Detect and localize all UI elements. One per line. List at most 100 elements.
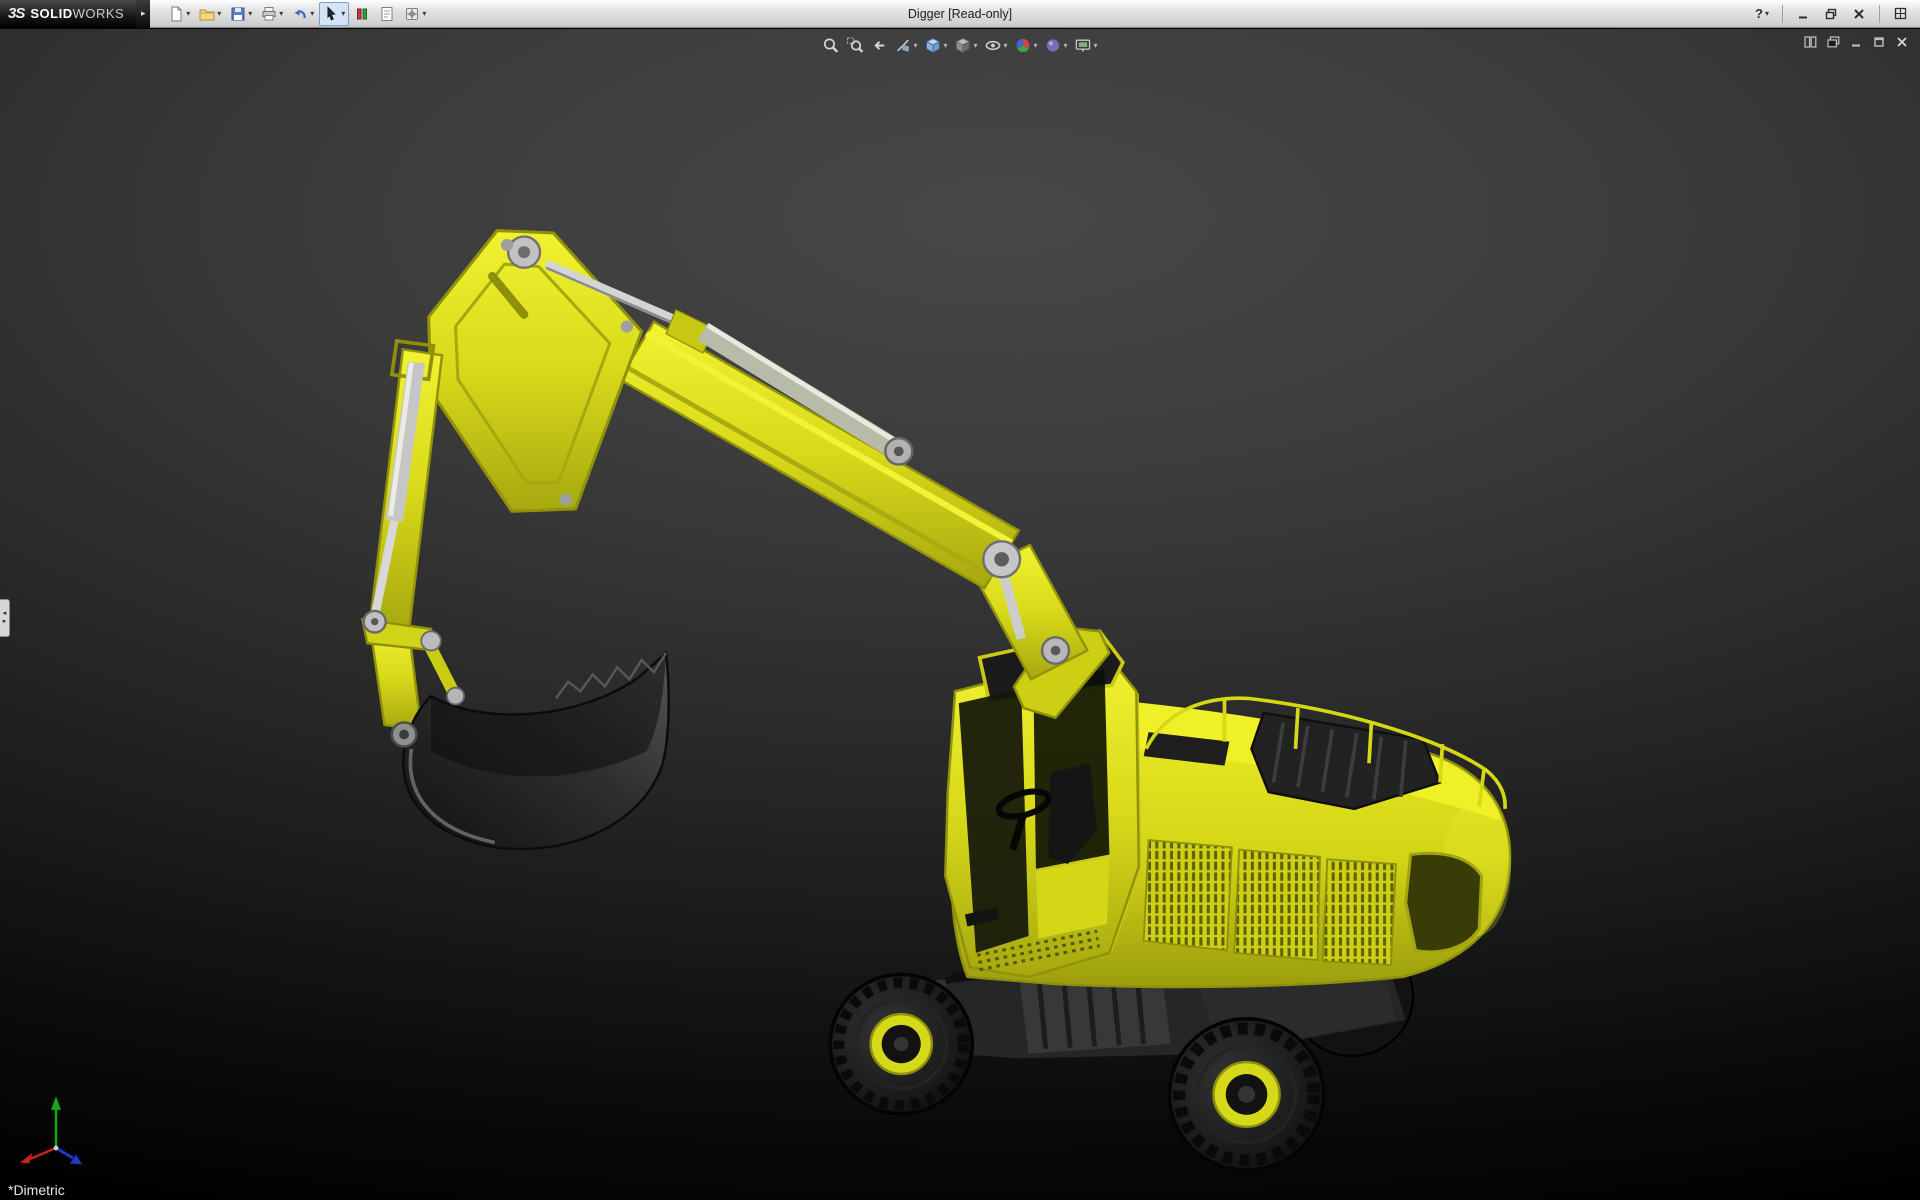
brand-name-light: WORKS xyxy=(72,6,125,21)
heads-up-view-toolbar: ▾ ▾ ▾ ▾ ▾ ▾ ▾ xyxy=(820,36,1099,55)
caret-icon: ▾ xyxy=(1764,8,1769,18)
triad-x-axis xyxy=(20,1146,57,1164)
window-controls: ? ▾ xyxy=(1750,4,1920,24)
graphics-viewport[interactable]: ▾ ▾ ▾ ▾ ▾ ▾ ▾ ◂ ▸ *Dimetric xyxy=(0,29,1920,1200)
restore-icon xyxy=(1825,8,1837,19)
caret-icon: ▾ xyxy=(341,8,346,18)
section-view-icon xyxy=(897,39,910,52)
section-view-button[interactable]: ▾ xyxy=(892,36,919,55)
featuremanager-collapsed-tab[interactable]: ◂ ▸ xyxy=(0,599,10,637)
zoom-to-area-icon xyxy=(846,37,864,53)
restore-button[interactable] xyxy=(1819,4,1843,24)
rear-window-opening[interactable] xyxy=(1404,851,1484,954)
open-icon xyxy=(199,9,215,20)
print-button[interactable]: ▾ xyxy=(257,2,287,26)
title-bar: 3S SOLIDWORKS ▸ ▾ ▾ ▾ ▾ ▾ ▾ ▾ Digger [Re… xyxy=(0,0,1920,28)
view-orientation-label: *Dimetric xyxy=(8,1182,65,1198)
fullscreen-button[interactable] xyxy=(1888,4,1912,24)
save-icon xyxy=(231,7,245,20)
hide-show-eye-icon xyxy=(985,40,1001,51)
caret-icon: ▾ xyxy=(217,8,222,18)
window-title: Digger [Read-only] xyxy=(907,7,1013,21)
close-document-button[interactable] xyxy=(1894,35,1910,49)
triad-y-axis xyxy=(51,1096,61,1148)
wheel-rear-near[interactable] xyxy=(1167,1017,1326,1172)
caret-icon: ▾ xyxy=(1003,40,1008,50)
caret-icon: ▾ xyxy=(186,8,191,18)
apply-scene-button[interactable]: ▾ xyxy=(1043,36,1070,55)
zoom-to-fit-icon xyxy=(823,38,839,53)
view-settings-icon xyxy=(1075,39,1091,52)
options-button[interactable]: ▾ xyxy=(400,2,430,26)
quick-access-toolbar: ▾ ▾ ▾ ▾ ▾ ▾ ▾ xyxy=(164,1,430,26)
hide-show-items-button[interactable]: ▾ xyxy=(982,36,1009,55)
brand-name: SOLIDWORKS xyxy=(30,6,124,21)
restore-document-icon xyxy=(1874,37,1884,47)
close-button[interactable] xyxy=(1847,4,1871,24)
menu-expand-tab[interactable]: ▸ xyxy=(136,0,151,28)
model-digger[interactable] xyxy=(0,29,1920,1200)
previous-view-button[interactable] xyxy=(868,36,889,55)
undo-button[interactable]: ▾ xyxy=(288,2,318,26)
edit-appearance-ball-icon xyxy=(1016,38,1030,53)
boom-top-plate xyxy=(427,229,644,513)
view-settings-button[interactable]: ▾ xyxy=(1073,36,1100,55)
tile-windows-icon xyxy=(1803,36,1816,48)
close-document-icon xyxy=(1897,37,1907,47)
open-button[interactable]: ▾ xyxy=(195,2,225,26)
separator xyxy=(1879,4,1880,23)
menu-arrow-icon: ▸ xyxy=(140,8,146,18)
caret-icon: ▾ xyxy=(1033,40,1038,50)
caret-icon: ▾ xyxy=(310,8,315,18)
restore-document-button[interactable] xyxy=(1871,35,1887,49)
caret-icon: ▾ xyxy=(1063,40,1068,50)
solidworks-window: 3S SOLIDWORKS ▸ ▾ ▾ ▾ ▾ ▾ ▾ ▾ Digger [Re… xyxy=(0,0,1920,1200)
new-document-icon xyxy=(171,6,182,21)
edit-appearance-button[interactable]: ▾ xyxy=(1013,36,1040,55)
caret-icon: ▾ xyxy=(913,40,918,50)
cascade-windows-icon xyxy=(1826,36,1839,48)
options-icon xyxy=(406,7,419,20)
triad-z-axis xyxy=(55,1146,82,1165)
rebuild-button[interactable] xyxy=(350,2,374,26)
rebuild-icon xyxy=(357,8,368,19)
save-button[interactable]: ▾ xyxy=(226,2,256,26)
cascade-windows-button[interactable] xyxy=(1825,35,1841,49)
help-icon: ? xyxy=(1755,6,1763,21)
caret-icon: ▾ xyxy=(943,40,948,50)
minimize-document-icon xyxy=(1852,44,1860,47)
reference-triad xyxy=(20,1096,82,1165)
zoom-to-fit-button[interactable] xyxy=(820,36,841,55)
display-style-button[interactable]: ▾ xyxy=(952,36,979,55)
arrow-left-icon: ◂ xyxy=(2,610,7,617)
fullscreen-icon xyxy=(1894,7,1906,20)
view-orientation-cube-icon xyxy=(925,38,941,54)
close-icon xyxy=(1854,8,1864,19)
select-button[interactable]: ▾ xyxy=(319,1,350,26)
minimize-document-button[interactable] xyxy=(1848,35,1864,49)
arrow-right-icon: ▸ xyxy=(2,618,7,625)
view-orientation-button[interactable]: ▾ xyxy=(922,36,949,55)
caret-icon: ▾ xyxy=(422,8,427,18)
undo-icon xyxy=(294,9,306,18)
help-button[interactable]: ? ▾ xyxy=(1750,4,1774,24)
display-style-icon xyxy=(955,38,971,54)
zoom-to-area-button[interactable] xyxy=(844,36,865,55)
brand-name-bold: SOLID xyxy=(30,6,73,21)
previous-view-icon xyxy=(874,41,885,50)
apply-scene-sphere-icon xyxy=(1046,38,1060,53)
caret-icon: ▾ xyxy=(1093,40,1098,50)
document-window-controls xyxy=(1802,35,1910,49)
separator xyxy=(1782,4,1783,23)
tile-windows-button[interactable] xyxy=(1802,35,1818,49)
boom-main xyxy=(617,320,1021,590)
print-icon xyxy=(262,6,276,20)
wheel-front-near[interactable] xyxy=(828,972,975,1116)
minimize-icon xyxy=(1799,16,1807,18)
file-properties-button[interactable] xyxy=(375,2,399,26)
new-document-button[interactable]: ▾ xyxy=(164,2,194,26)
select-cursor-icon xyxy=(327,5,336,20)
solidworks-logo: 3S SOLIDWORKS xyxy=(0,0,137,28)
minimize-button[interactable] xyxy=(1791,4,1815,24)
caret-icon: ▾ xyxy=(279,8,284,18)
